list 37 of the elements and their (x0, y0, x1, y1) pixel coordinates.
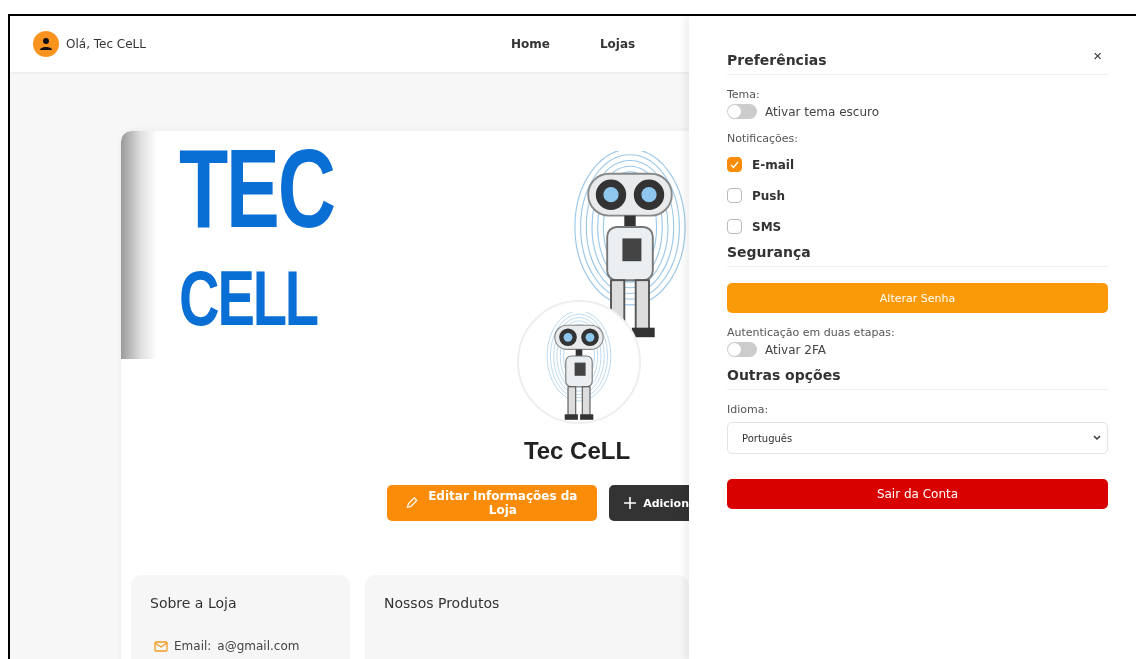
toggle-label: Ativar 2FA (765, 342, 826, 357)
language-select[interactable]: Português (727, 422, 1108, 454)
add-button[interactable]: Adicion (609, 485, 689, 521)
user-avatar-icon[interactable] (33, 31, 59, 57)
toggle-label: Ativar tema escuro (765, 104, 880, 119)
logout-button[interactable]: Sair da Conta (727, 479, 1108, 509)
greeting: Olá, Tec CeLL (66, 37, 146, 51)
pencil-icon (405, 495, 419, 511)
checkbox-label: E-mail (752, 157, 794, 172)
envelope-icon (154, 640, 168, 652)
checkbox-label: Push (752, 188, 786, 203)
toggle-switch[interactable] (727, 342, 757, 357)
checkbox[interactable] (727, 157, 742, 172)
chevron-down-icon (1093, 435, 1101, 441)
toggle-switch[interactable] (727, 104, 757, 119)
plus-icon (623, 496, 638, 510)
store-name: Tec CeLL (522, 437, 632, 465)
checkbox-label: SMS (752, 219, 782, 234)
theme-label: Tema: (727, 88, 761, 101)
checkbox[interactable] (727, 188, 742, 203)
two-factor-label: Autenticação em duas etapas: (727, 326, 896, 339)
section-title: Segurança (727, 242, 1108, 267)
check-icon (730, 160, 739, 169)
section-title: Outras opções (727, 365, 1108, 390)
banner-logo-text: TEC (179, 133, 334, 245)
checkbox[interactable] (727, 219, 742, 234)
email-label: Email: (174, 639, 212, 653)
panel-title: Preferências (727, 52, 827, 68)
about-title: Sobre a Loja (150, 595, 238, 611)
language-label: Idioma: (727, 403, 770, 416)
email-value: a@gmail.com (217, 639, 300, 653)
nav-link[interactable]: Lojas (599, 37, 636, 51)
nav-link[interactable]: Home (511, 37, 550, 51)
close-button[interactable]: × (1087, 46, 1108, 64)
products-title: Nossos Produtos (384, 595, 501, 611)
notifications-label: Notificações: (727, 132, 800, 145)
banner-logo-text: CELL (179, 259, 319, 337)
